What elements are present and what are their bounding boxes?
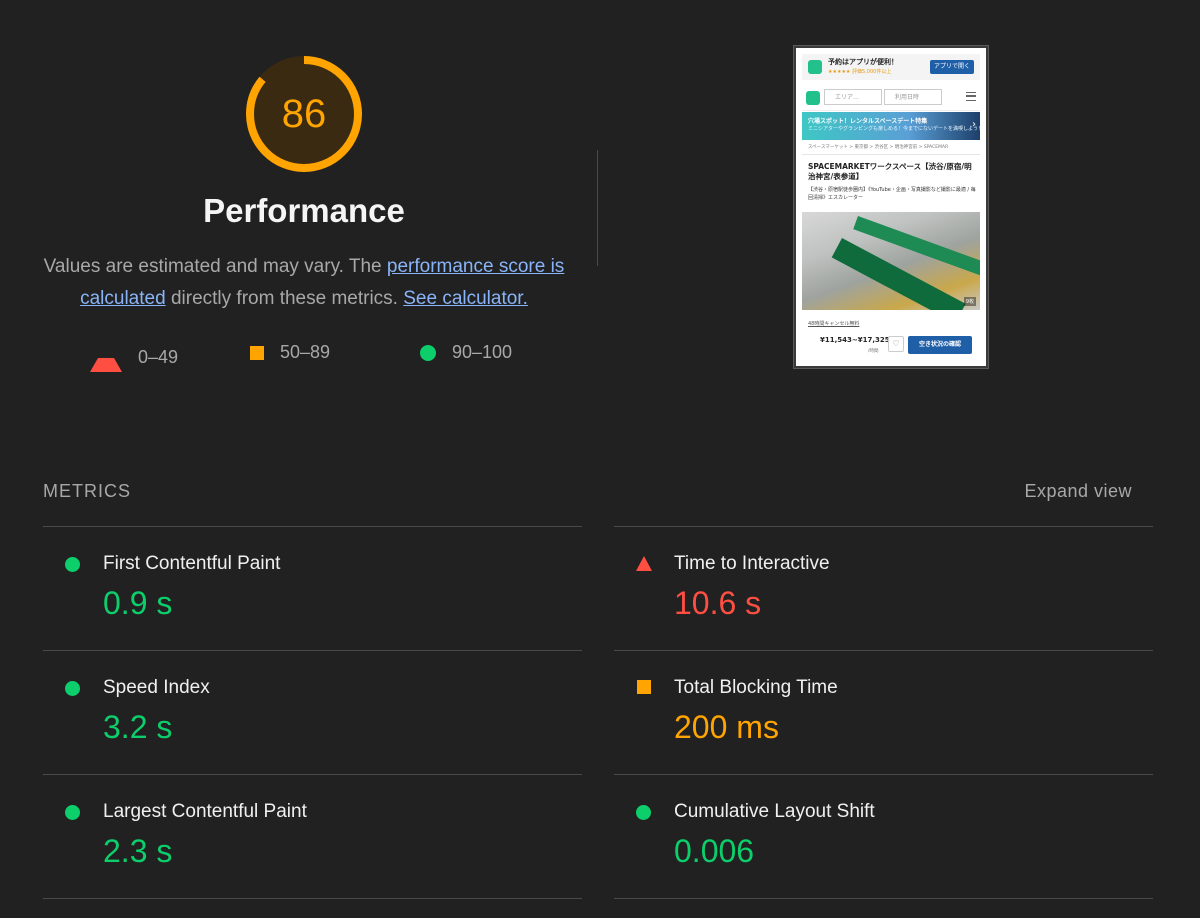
final-screenshot[interactable]: 予約はアプリが便利！ ★★★★★ 評価5,000件以上 アプリで開く エリア… … — [793, 45, 989, 369]
spacemarket-logo-icon — [806, 91, 820, 105]
performance-description: Values are estimated and may vary. The p… — [34, 251, 574, 315]
metric-time-to-interactive: Time to Interactive 10.6 s — [614, 526, 1153, 650]
green-circle-icon — [636, 805, 651, 820]
metric-title: Time to Interactive — [674, 553, 830, 574]
legend-range: 50–89 — [280, 342, 331, 362]
metric-value: 3.2 s — [103, 709, 173, 745]
app-banner: 予約はアプリが便利！ ★★★★★ 評価5,000件以上 アプリで開く — [802, 54, 980, 80]
hamburger-menu-icon — [966, 92, 976, 101]
banner-rating: ★★★★★ 評価5,000件以上 — [828, 69, 892, 75]
legend-item-average: 50–89 — [250, 342, 330, 363]
listing-description: 【渋谷・原宿駅徒歩圏内】《YouTube・企画・写真撮影など撮影に最適 / 毎回… — [808, 187, 976, 201]
metrics-column-left: First Contentful Paint 0.9 s Speed Index… — [43, 526, 582, 899]
green-circle-icon — [420, 344, 436, 361]
metric-cumulative-layout-shift: Cumulative Layout Shift 0.006 — [614, 774, 1153, 899]
promo-banner: 穴場スポット！レンタルスペースデート特集 ミニシアターやグランピングも楽しめる！… — [802, 112, 984, 140]
spacemarket-logo-icon — [808, 60, 822, 74]
metric-title: First Contentful Paint — [103, 553, 281, 574]
green-circle-icon — [65, 557, 80, 572]
green-circle-icon — [65, 805, 80, 820]
metric-title: Speed Index — [103, 677, 210, 698]
price: ¥11,543~¥17,325 — [820, 336, 890, 344]
check-availability-button: 空き状況の確認 — [908, 336, 972, 354]
legend-item-fail: 0–49 — [90, 342, 178, 372]
divider — [802, 154, 980, 155]
legend-range: 90–100 — [452, 342, 513, 362]
metric-title: Largest Contentful Paint — [103, 801, 307, 822]
metric-value: 10.6 s — [674, 585, 762, 621]
heart-icon: ♡ — [888, 336, 904, 352]
cancel-note: 48時間キャンセル無料 — [808, 321, 860, 327]
legend-range: 0–49 — [138, 346, 179, 367]
score-legend: 0–49 50–89 90–100 — [0, 342, 600, 372]
performance-title: Performance — [203, 192, 405, 229]
site-nav: エリア… 利用日時 — [802, 86, 980, 111]
performance-score-gauge[interactable]: 86 — [244, 54, 364, 174]
price-unit: /時間 — [868, 349, 879, 354]
chevron-right-icon: › — [972, 119, 976, 130]
metric-value: 200 ms — [674, 709, 779, 745]
listing-photo: 9枚 — [802, 212, 980, 310]
lighthouse-report: 86 Performance Values are estimated and … — [0, 0, 1200, 918]
red-triangle-icon — [90, 342, 122, 372]
metrics-column-right: Time to Interactive 10.6 s Total Blockin… — [614, 526, 1153, 899]
metric-title: Total Blocking Time — [674, 677, 838, 698]
metric-value: 2.3 s — [103, 833, 173, 869]
performance-score-value: 86 — [281, 91, 327, 136]
promo-subtitle: ミニシアターやグランピングも楽しめる！今までにないデートを満喫しよう！ — [808, 126, 984, 132]
expand-view-toggle[interactable]: Expand view — [1024, 481, 1132, 502]
date-field: 利用日時 — [884, 89, 942, 105]
metric-value: 0.9 s — [103, 585, 173, 621]
metric-value: 0.006 — [674, 833, 755, 869]
description-middle: directly from these metrics. — [165, 288, 404, 309]
metrics-header: METRICS — [43, 481, 131, 501]
breadcrumb: スペースマーケット > 東京都 > 渋谷区 > 明治神宮前 > SPACEMAR — [808, 145, 949, 150]
promo-title: 穴場スポット！レンタルスペースデート特集 — [808, 118, 928, 125]
metric-largest-contentful-paint: Largest Contentful Paint 2.3 s — [43, 774, 582, 899]
orange-square-icon — [637, 680, 651, 694]
green-circle-icon — [65, 681, 80, 696]
open-app-button: アプリで開く — [929, 60, 974, 74]
metric-first-contentful-paint: First Contentful Paint 0.9 s — [43, 526, 582, 650]
section-divider — [597, 150, 598, 266]
legend-item-pass: 90–100 — [420, 342, 512, 363]
see-calculator-link[interactable]: See calculator. — [403, 288, 528, 309]
metric-title: Cumulative Layout Shift — [674, 801, 875, 822]
listing-title: SPACEMARKETワークスペース【渋谷/原宿/明治神宮/表参道】 — [808, 162, 972, 181]
orange-square-icon — [250, 345, 264, 360]
metric-total-blocking-time: Total Blocking Time 200 ms — [614, 650, 1153, 774]
area-search-field: エリア… — [824, 89, 882, 105]
photo-count: 9枚 — [963, 297, 976, 306]
red-triangle-icon — [636, 556, 652, 571]
description-prefix: Values are estimated and may vary. The — [43, 256, 387, 277]
metric-speed-index: Speed Index 3.2 s — [43, 650, 582, 774]
banner-title: 予約はアプリが便利！ — [828, 58, 898, 66]
